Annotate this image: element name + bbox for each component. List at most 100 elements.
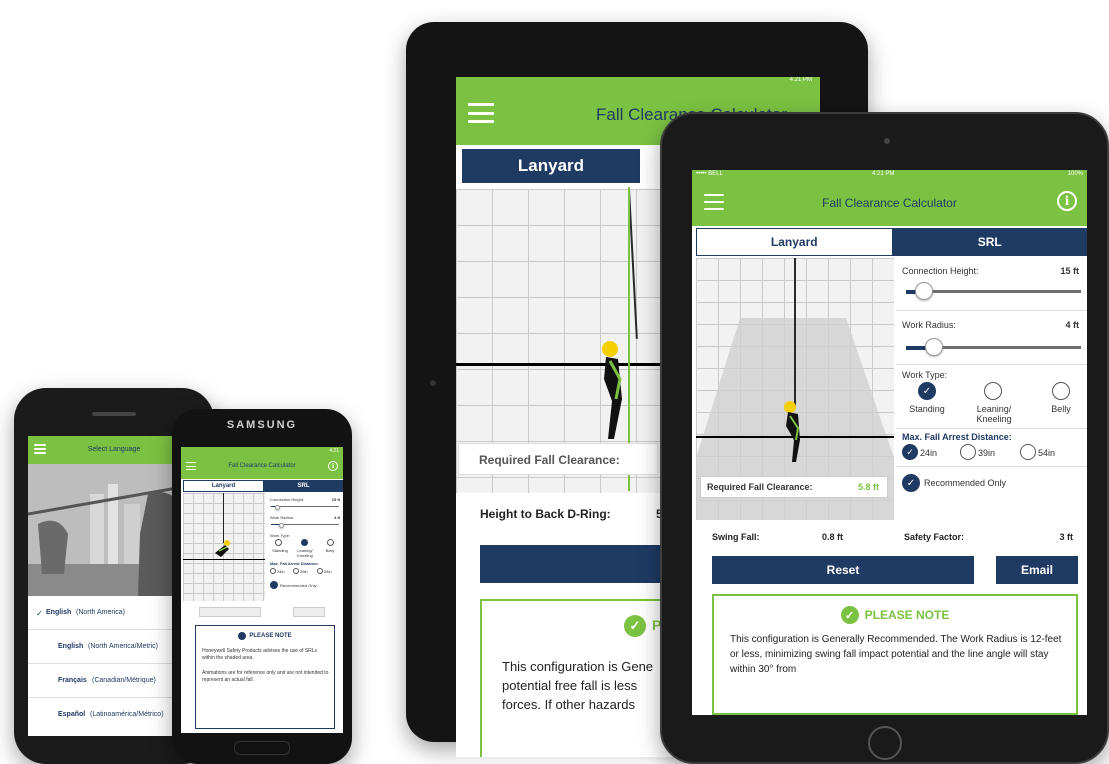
work-type-belly-radio[interactable] (1052, 382, 1070, 400)
swing-fall-value: 0.8 ft (822, 532, 844, 542)
connection-height-label: Connection Height: (270, 497, 305, 502)
samsung-brand-logo: SAMSUNG (226, 419, 298, 431)
max-fall-54-label: 54in (324, 569, 332, 574)
hamburger-menu-icon[interactable] (468, 103, 494, 123)
work-radius-value: 4 ft (1065, 320, 1080, 330)
language-region: (North America/Metric) (88, 643, 159, 650)
controls-panel: Connection Height: 15 ft Work Radius: 4 … (267, 493, 343, 601)
max-fall-39-radio[interactable] (293, 568, 299, 574)
reset-button[interactable]: Reset (712, 556, 974, 584)
note-text: This configuration is Gene potential fre… (502, 657, 653, 714)
srl-line (794, 258, 796, 408)
check-icon: ✓ (36, 609, 43, 618)
language-region: (Canadian/Métrique) (92, 677, 156, 684)
info-icon[interactable]: i (328, 461, 338, 471)
worker-figure (215, 540, 230, 557)
front-tablet: ••••• BELL 4:21 PM 100% Fall Clearance C… (660, 112, 1109, 764)
language-name: Español (58, 711, 86, 718)
work-type-standing-radio[interactable]: ✓ (918, 382, 936, 400)
max-fall-54-radio[interactable] (317, 568, 323, 574)
recommended-only-checkbox[interactable]: ✓ (902, 474, 920, 492)
check-icon: ✓ (624, 615, 646, 637)
language-name: Français (58, 677, 87, 684)
max-fall-39-label: 39in (300, 569, 308, 574)
simulation-area (183, 493, 265, 601)
app-title: Fall Clearance Calculator (822, 196, 957, 210)
status-bar: 4:21 PM (456, 77, 820, 85)
tab-srl[interactable]: SRL (264, 480, 343, 492)
slider-track (271, 506, 339, 507)
samsung-phone: SAMSUNG 4:21 Fall Clearance Calculator i… (172, 409, 352, 764)
tab-lanyard[interactable]: Lanyard (183, 480, 264, 492)
home-button[interactable] (868, 726, 902, 760)
tab-srl[interactable]: SRL (892, 228, 1087, 256)
language-region: (Latinoamérica/Métrico) (90, 711, 164, 718)
note-header: PLEASE NOTE (196, 632, 334, 640)
max-fall-39-label: 39in (978, 448, 996, 458)
status-time: 4:21 PM (872, 171, 895, 177)
app-title: Fall Clearance Calculator (228, 463, 296, 469)
note-header: ✓ PLEASE NOTE (714, 606, 1076, 624)
connection-height-label: Connection Height: (902, 266, 979, 276)
worker-figure (784, 401, 800, 462)
controls-panel: Connection Height: 15 ft Work Radius: 4 … (896, 258, 1087, 520)
max-fall-label: Max. Fall Arrest Distance: (270, 561, 319, 566)
work-type-belly-radio[interactable] (327, 539, 334, 546)
status-time: 4:21 PM (789, 77, 812, 83)
max-fall-39-radio[interactable] (960, 444, 976, 460)
required-clearance-box: Required Fall Clearance: 5.8 ft (700, 476, 888, 498)
tab-lanyard[interactable]: Lanyard (696, 228, 893, 256)
slider-thumb[interactable] (275, 504, 281, 510)
status-bar: ••••• BELL 4:21 PM 100% (692, 170, 1087, 180)
app-header: Fall Clearance Calculator i (692, 180, 1087, 226)
helmet-icon (602, 341, 618, 357)
note-text-1: Honeywell Safety Products advises the us… (202, 648, 318, 661)
connection-height-value: 15 ft (1060, 266, 1079, 276)
work-type-label: Work Type: (902, 370, 948, 380)
work-type-standing-label: Standing (272, 548, 288, 553)
samsung-screen: 4:21 Fall Clearance Calculator i Lanyard… (181, 447, 343, 733)
email-button[interactable] (293, 607, 325, 617)
slider-thumb[interactable] (925, 338, 943, 356)
front-tablet-screen: ••••• BELL 4:21 PM 100% Fall Clearance C… (692, 170, 1087, 715)
work-type-standing-label: Standing (909, 404, 945, 414)
note-line-3: forces. If other hazards (502, 697, 635, 712)
safety-factor-label: Safety Factor: (904, 532, 965, 542)
note-box: PLEASE NOTE Honeywell Safety Products ad… (195, 625, 335, 729)
results-row: Swing Fall: 0.8 ft Safety Factor: 3 ft (696, 528, 1087, 548)
note-title: PLEASE NOTE (864, 608, 950, 622)
recommended-only-checkbox[interactable] (270, 581, 278, 589)
required-clearance-label: Required Fall Clearance: (707, 482, 813, 492)
note-line-2: potential free fall is less (502, 678, 638, 693)
home-button[interactable] (234, 741, 290, 755)
tab-lanyard[interactable]: Lanyard (460, 147, 642, 185)
recommended-only-label: Recommended Only (924, 478, 1007, 488)
height-to-dring-label: Height to Back D-Ring: (480, 507, 611, 521)
work-radius-label: Work Radius: (902, 320, 956, 330)
tablet-camera (884, 138, 890, 144)
required-clearance-value: 5.8 ft (857, 482, 879, 492)
divider (896, 428, 1087, 429)
work-type-leaning-radio[interactable] (301, 539, 308, 546)
email-button[interactable]: Email (996, 556, 1078, 584)
max-fall-24-label: 24in (277, 569, 285, 574)
info-icon[interactable]: i (1057, 191, 1077, 211)
work-type-label: Work Type: (270, 533, 291, 538)
max-fall-24-radio[interactable] (270, 568, 276, 574)
connection-height-value: 15 ft (331, 497, 340, 502)
slider-thumb[interactable] (914, 282, 933, 300)
work-type-leaning-label: Leaning/ Kneeling (297, 548, 313, 558)
worker-figure (602, 341, 622, 439)
max-fall-24-radio[interactable]: ✓ (902, 444, 918, 460)
reset-button[interactable] (199, 607, 261, 617)
work-type-leaning-radio[interactable] (984, 382, 1002, 400)
work-type-standing-radio[interactable] (275, 539, 282, 546)
slider-thumb[interactable] (279, 522, 285, 528)
swing-fall-label: Swing Fall: (712, 532, 760, 542)
divider (896, 364, 1087, 365)
note-title: PLEASE NOTE (249, 633, 292, 639)
max-fall-54-radio[interactable] (1020, 444, 1036, 460)
language-name: English (58, 643, 84, 650)
max-fall-label: Max. Fall Arrest Distance: (902, 432, 1012, 442)
simulation-area: Required Fall Clearance: 5.8 ft (696, 258, 894, 520)
